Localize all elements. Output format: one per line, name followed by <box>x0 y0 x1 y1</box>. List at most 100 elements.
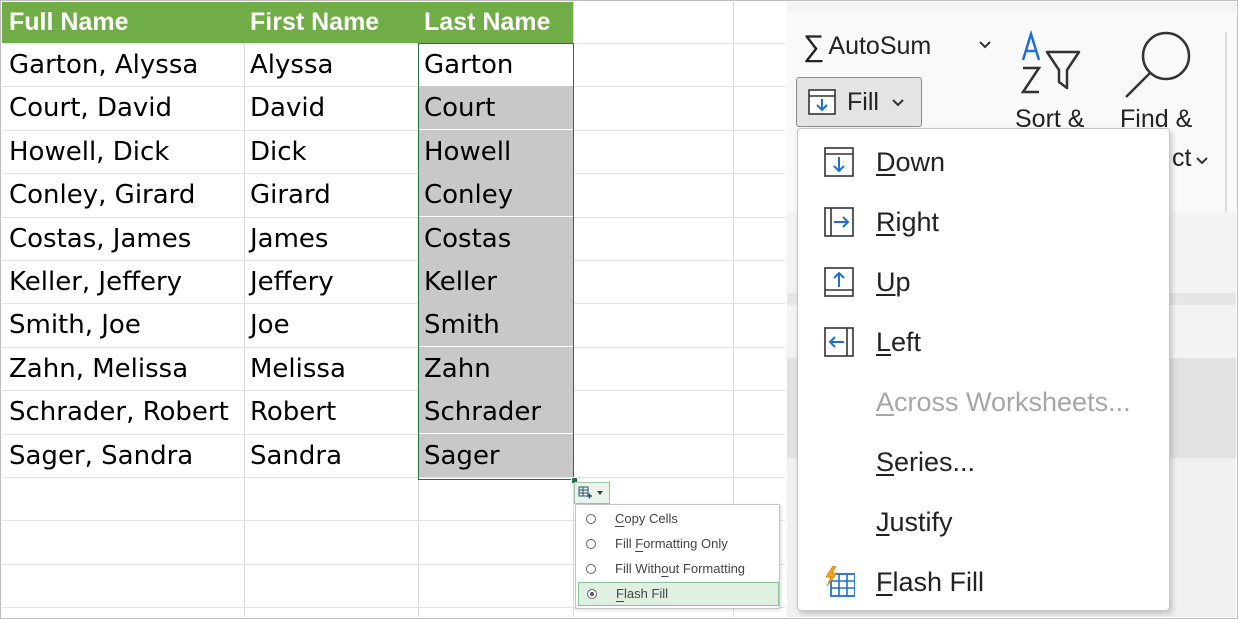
sort-filter-icon[interactable] <box>1019 30 1095 96</box>
label-part: ormatting Only <box>643 536 728 551</box>
access-key: A <box>876 387 895 417</box>
label-part: ight <box>895 207 940 237</box>
header-cell-first-name[interactable]: First Name <box>244 2 418 43</box>
full-name-cell[interactable]: Howell, Dick <box>9 130 169 173</box>
fill-menu-item[interactable]: Flash Fill <box>798 554 1169 610</box>
header-full-name: Full Name <box>9 8 129 36</box>
fill-right-icon <box>824 207 854 237</box>
selection-range-border <box>418 43 574 480</box>
label-part: Fill With <box>615 561 662 576</box>
magnifier-icon[interactable] <box>1122 28 1194 100</box>
fill-down-icon <box>824 147 854 177</box>
first-name-cell[interactable]: Joe <box>250 303 290 346</box>
full-name-cell[interactable]: Sager, Sandra <box>9 434 193 477</box>
full-name-cell[interactable]: Court, David <box>9 86 172 129</box>
header-cell-last-name[interactable]: Last Name <box>418 2 573 43</box>
auto-fill-option[interactable]: Fill Formatting Only <box>578 532 777 556</box>
full-name-cell[interactable]: Zahn, Melissa <box>9 347 188 390</box>
first-name-cell[interactable]: Melissa <box>250 347 346 390</box>
fill-menu-item: Across Worksheets... <box>798 374 1169 430</box>
fill-menu-item[interactable]: Series... <box>798 434 1169 490</box>
worksheet-grid: Full Name First Name Last Name Garton, A… <box>2 2 785 617</box>
full-name-cell[interactable]: Keller, Jeffery <box>9 260 182 303</box>
select-label-partial[interactable]: ct <box>1172 144 1209 173</box>
fill-menu-item[interactable]: Right <box>798 194 1169 250</box>
select-partial-text: ct <box>1172 144 1192 172</box>
ribbon-separator <box>1225 32 1227 212</box>
find-chevron-down-icon <box>1196 157 1209 165</box>
auto-fill-option-label: Fill Formatting Only <box>615 532 728 556</box>
auto-fill-option[interactable]: Flash Fill <box>578 582 779 606</box>
first-name-cell[interactable]: Robert <box>250 390 336 433</box>
label-part: eries... <box>894 447 976 477</box>
flash-fill-icon <box>825 566 855 597</box>
column-divider <box>244 2 245 617</box>
fill-menu-item[interactable]: Left <box>798 314 1169 370</box>
auto-fill-options-menu: Copy Cells Fill Formatting Only Fill Witho… <box>575 504 780 609</box>
auto-fill-option[interactable]: Copy Cells <box>578 507 777 531</box>
access-key: F <box>616 586 624 601</box>
full-name-cell[interactable]: Garton, Alyssa <box>9 43 198 86</box>
access-key: L <box>876 327 892 357</box>
full-name-cell[interactable]: Conley, Girard <box>9 173 195 216</box>
auto-fill-option-label: Copy Cells <box>615 507 678 531</box>
label-part: ut Formatting <box>668 561 746 576</box>
first-name-cell[interactable]: David <box>250 86 325 129</box>
fill-menu-item-label: Up <box>876 267 911 298</box>
label-part: lash Fill <box>623 586 669 601</box>
label-part: p <box>895 267 911 297</box>
fill-menu-item-label: Across Worksheets... <box>876 387 1131 418</box>
access-key: S <box>876 447 895 477</box>
fill-menu-item-label: Down <box>876 147 945 178</box>
access-key: F <box>635 536 644 551</box>
header-last-name: Last Name <box>424 8 551 36</box>
label-part: eft <box>891 327 922 357</box>
access-key: R <box>876 207 896 237</box>
auto-fill-option[interactable]: Fill Without Formatting <box>578 557 777 581</box>
access-key: D <box>876 147 896 177</box>
auto-fill-option-label: Flash Fill <box>616 583 668 605</box>
sigma-icon: ∑ <box>803 30 825 63</box>
first-name-cell[interactable]: Alyssa <box>250 43 333 86</box>
fill-menu-item[interactable]: Down <box>798 134 1169 190</box>
label-part: lash Fill <box>892 567 985 597</box>
full-name-cell[interactable]: Schrader, Robert <box>9 390 229 433</box>
label-part: Fill <box>615 536 636 551</box>
ribbon-editing-group: ∑ AutoSum Sort & Find & ct Fill Down Right… <box>787 2 1236 617</box>
label-part: cross Worksheets... <box>894 387 1131 417</box>
access-key: J <box>876 507 890 537</box>
fill-menu-item[interactable]: Up <box>798 254 1169 310</box>
label-part: opy Cells <box>624 511 678 526</box>
fill-left-icon <box>824 327 854 357</box>
auto-fill-option-label: Fill Without Formatting <box>615 557 745 581</box>
header-cell-full-name[interactable]: Full Name <box>2 2 244 43</box>
first-name-cell[interactable]: Jeffery <box>250 260 334 303</box>
fill-menu-item-label: Justify <box>876 507 953 538</box>
first-name-cell[interactable]: Sandra <box>250 434 342 477</box>
first-name-cell[interactable]: Dick <box>250 130 307 173</box>
radio-icon <box>586 514 596 524</box>
first-name-cell[interactable]: Girard <box>250 173 331 216</box>
fill-chevron-down-icon <box>892 99 904 107</box>
fill-menu-item[interactable]: Justify <box>798 494 1169 550</box>
access-key: F <box>876 567 893 597</box>
auto-fill-options-button[interactable] <box>574 482 610 504</box>
fill-menu-item-label: Left <box>876 327 921 358</box>
first-name-cell[interactable]: James <box>250 217 328 260</box>
autosum-button[interactable]: ∑ AutoSum <box>803 30 931 64</box>
fill-button[interactable]: Fill <box>796 77 922 127</box>
fill-down-icon <box>808 89 836 115</box>
access-key: U <box>876 267 896 297</box>
auto-fill-options-icon <box>578 486 603 499</box>
header-first-name: First Name <box>250 8 380 36</box>
radio-icon <box>587 589 597 599</box>
fill-up-icon <box>824 267 854 297</box>
fill-menu-item-label: Flash Fill <box>876 567 984 598</box>
full-name-cell[interactable]: Costas, James <box>9 217 191 260</box>
label-part: own <box>895 147 946 177</box>
full-name-cell[interactable]: Smith, Joe <box>9 303 141 346</box>
fill-menu-item-label: Series... <box>876 447 975 478</box>
autosum-chevron-down-icon[interactable] <box>978 40 992 50</box>
fill-dropdown-menu: Down Right Up Left Across Worksheets... Serie… <box>797 128 1170 611</box>
radio-icon <box>586 539 596 549</box>
